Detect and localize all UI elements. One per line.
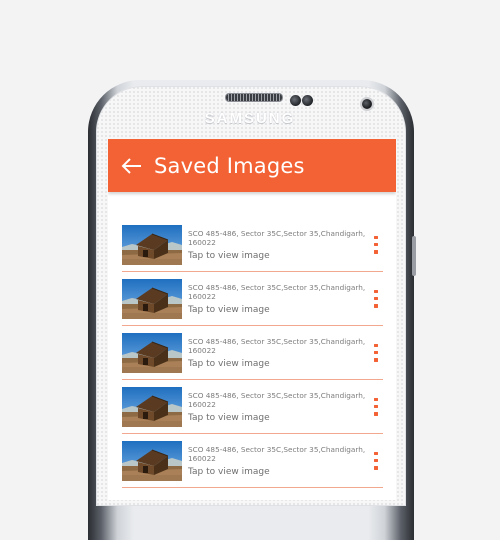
- brand-logo: SAMSUNG: [204, 110, 296, 127]
- list-item[interactable]: SCO 485-486, Sector 35C,Sector 35,Chandi…: [122, 380, 383, 434]
- saved-image-thumbnail[interactable]: [122, 278, 182, 319]
- more-options-button[interactable]: [373, 235, 379, 254]
- more-vertical-icon-dot: [374, 412, 378, 416]
- more-vertical-icon-dot: [374, 289, 378, 293]
- more-vertical-icon-dot: [374, 250, 378, 254]
- more-vertical-icon-dot: [374, 343, 378, 347]
- more-options-button[interactable]: [373, 451, 379, 470]
- tap-to-view-label: Tap to view image: [188, 304, 270, 315]
- tap-to-view-label: Tap to view image: [188, 466, 270, 477]
- app-bar: Saved Images: [108, 139, 396, 192]
- item-info: SCO 485-486, Sector 35C,Sector 35,Chandi…: [188, 445, 383, 477]
- more-vertical-icon-dot: [374, 304, 378, 308]
- saved-images-list: SCO 485-486, Sector 35C,Sector 35,Chandi…: [108, 218, 396, 488]
- proximity-sensor: [290, 95, 301, 106]
- light-sensor: [302, 95, 313, 106]
- more-vertical-icon-dot: [374, 397, 378, 401]
- more-vertical-icon-dot: [374, 451, 378, 455]
- more-vertical-icon-dot: [374, 296, 378, 301]
- page-title: Saved Images: [154, 153, 305, 178]
- item-address: SCO 485-486, Sector 35C,Sector 35,Chandi…: [188, 282, 366, 302]
- list-item[interactable]: SCO 485-486, Sector 35C,Sector 35,Chandi…: [122, 218, 383, 272]
- item-address: SCO 485-486, Sector 35C,Sector 35,Chandi…: [188, 444, 366, 464]
- tap-to-view-label: Tap to view image: [188, 250, 270, 261]
- tap-to-view-label: Tap to view image: [188, 358, 270, 369]
- side-button: [412, 236, 416, 276]
- item-info: SCO 485-486, Sector 35C,Sector 35,Chandi…: [188, 337, 383, 369]
- saved-image-thumbnail[interactable]: [122, 440, 182, 481]
- earpiece-speaker: [225, 93, 283, 102]
- saved-image-thumbnail[interactable]: [122, 332, 182, 373]
- back-button[interactable]: [108, 139, 154, 192]
- more-vertical-icon-dot: [374, 458, 378, 463]
- more-vertical-icon-dot: [374, 358, 378, 362]
- more-vertical-icon-dot: [374, 404, 378, 409]
- item-address: SCO 485-486, Sector 35C,Sector 35,Chandi…: [188, 336, 366, 356]
- more-options-button[interactable]: [373, 343, 379, 362]
- item-info: SCO 485-486, Sector 35C,Sector 35,Chandi…: [188, 283, 383, 315]
- more-vertical-icon-dot: [374, 350, 378, 355]
- saved-image-thumbnail[interactable]: [122, 386, 182, 427]
- item-info: SCO 485-486, Sector 35C,Sector 35,Chandi…: [188, 391, 383, 423]
- list-item[interactable]: SCO 485-486, Sector 35C,Sector 35,Chandi…: [122, 272, 383, 326]
- item-address: SCO 485-486, Sector 35C,Sector 35,Chandi…: [188, 390, 366, 410]
- app-screen: Saved Images SCO 485-486, Sector 35C,Sec…: [108, 139, 396, 500]
- more-vertical-icon-dot: [374, 235, 378, 239]
- more-options-button[interactable]: [373, 289, 379, 308]
- arrow-left-icon: [121, 157, 141, 174]
- saved-image-thumbnail[interactable]: [122, 224, 182, 265]
- item-info: SCO 485-486, Sector 35C,Sector 35,Chandi…: [188, 229, 383, 261]
- more-vertical-icon-dot: [374, 466, 378, 470]
- front-camera: [362, 99, 372, 109]
- more-vertical-icon-dot: [374, 242, 378, 247]
- list-item[interactable]: SCO 485-486, Sector 35C,Sector 35,Chandi…: [122, 434, 383, 488]
- tap-to-view-label: Tap to view image: [188, 412, 270, 423]
- list-item[interactable]: SCO 485-486, Sector 35C,Sector 35,Chandi…: [122, 326, 383, 380]
- item-address: SCO 485-486, Sector 35C,Sector 35,Chandi…: [188, 228, 366, 248]
- more-options-button[interactable]: [373, 397, 379, 416]
